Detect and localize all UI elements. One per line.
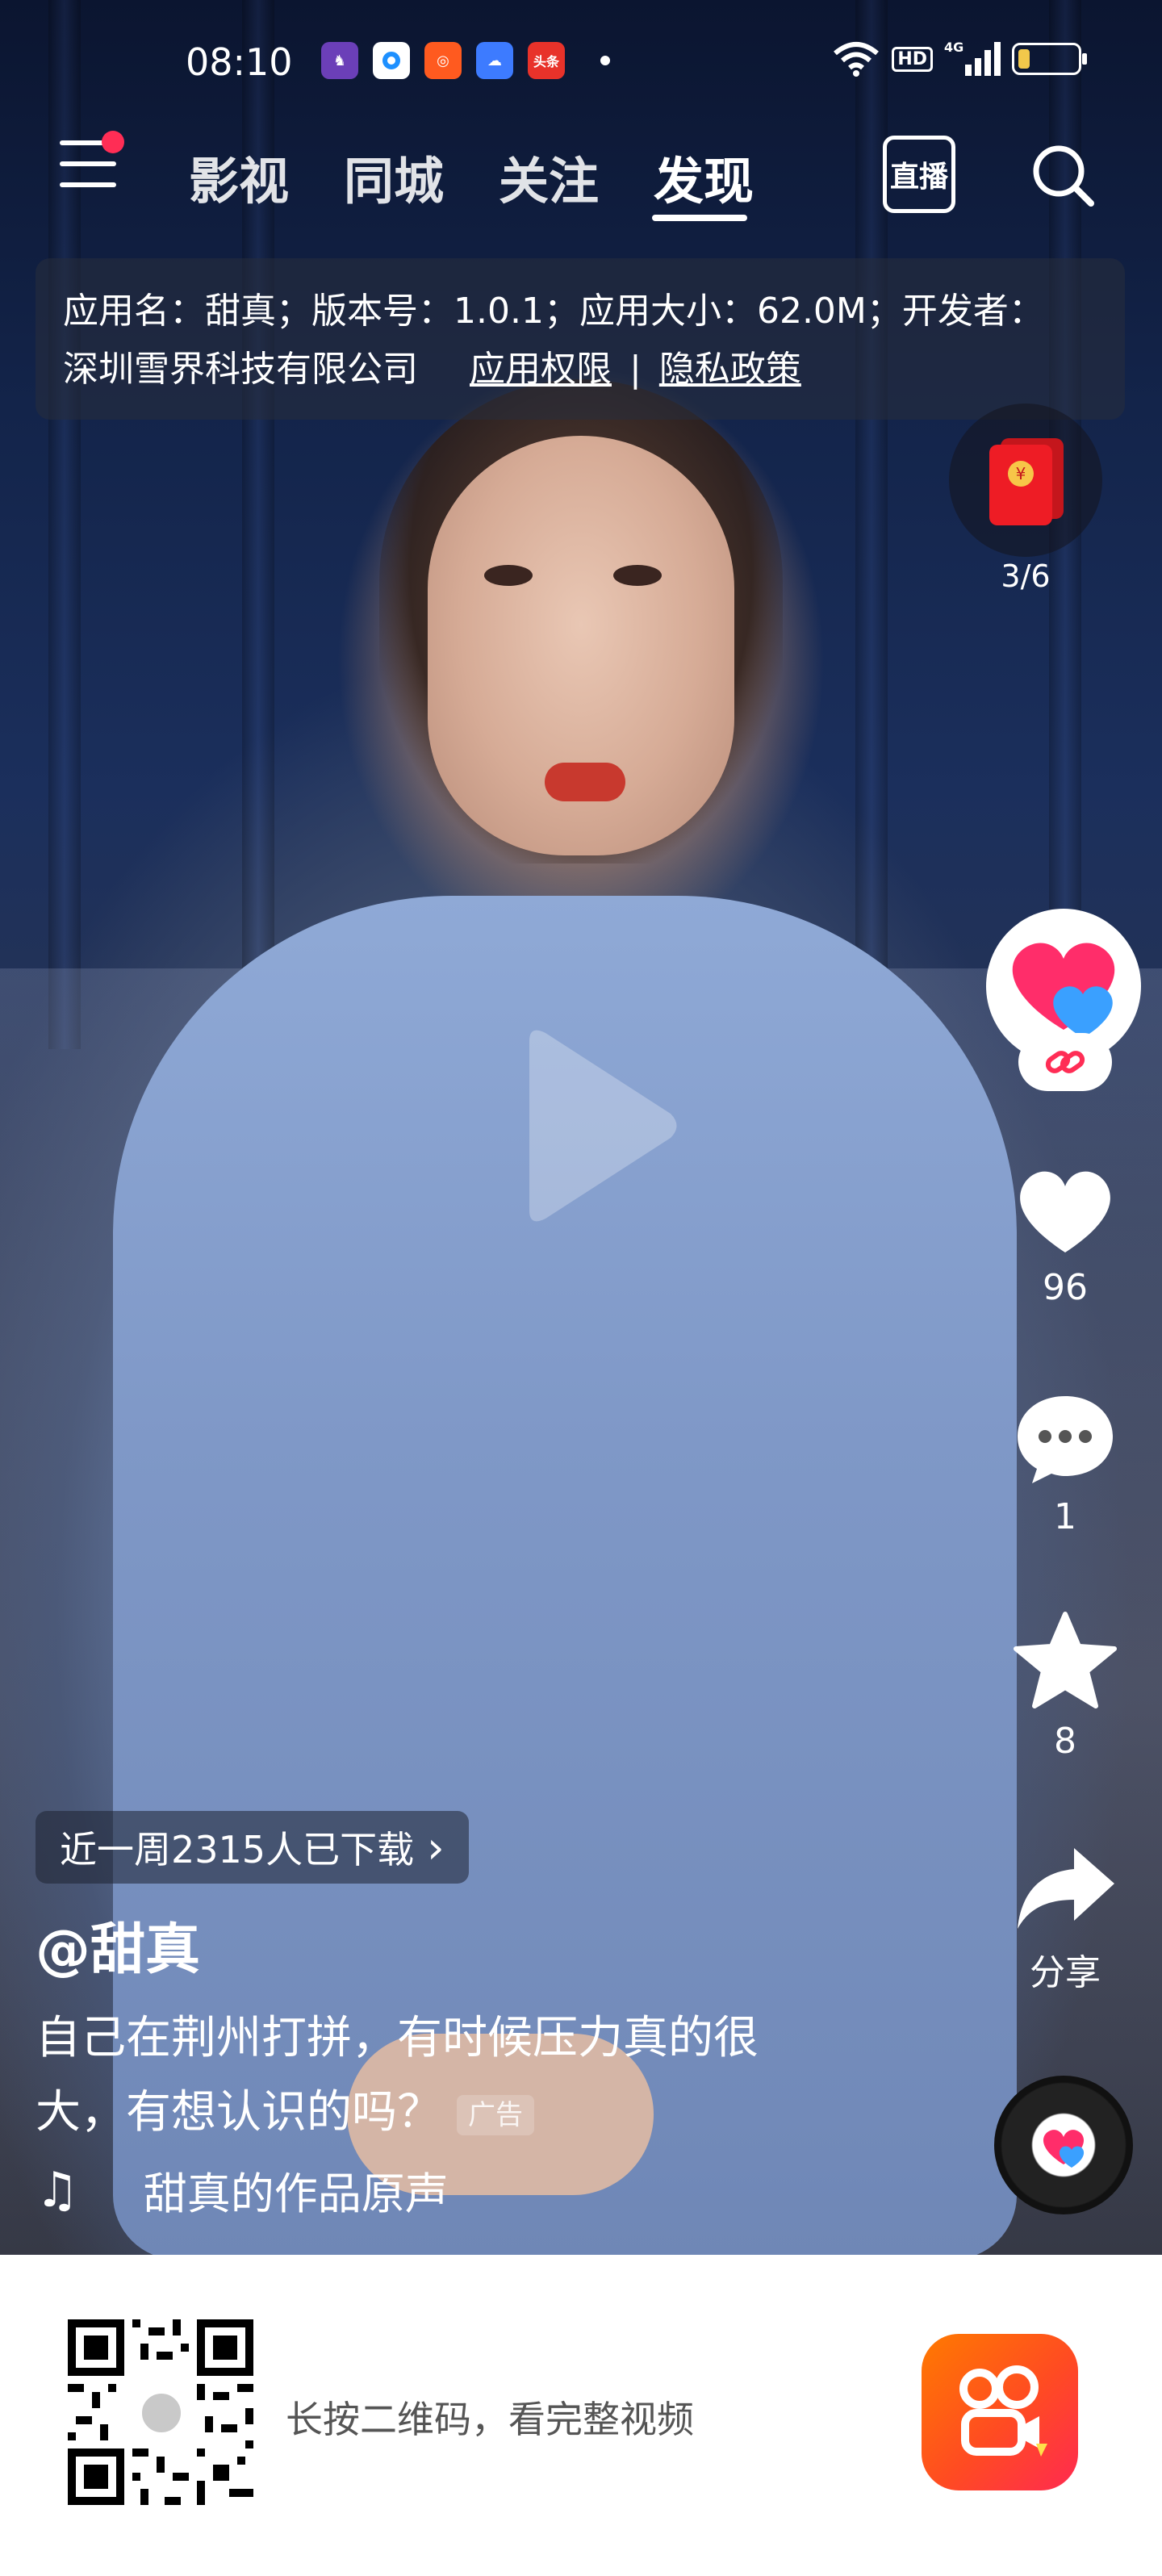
- caption-text: 自己在荆州打拼，有时候压力真的很大，有想认识的吗？: [36, 2012, 759, 2139]
- battery-level: [1018, 49, 1030, 69]
- browser-app-icon: [373, 42, 410, 79]
- bottom-bar: 长按二维码，看完整视频: [0, 2255, 1162, 2576]
- active-tab-indicator: [652, 215, 747, 221]
- favorite-button[interactable]: 8: [1001, 1611, 1130, 1762]
- live-button[interactable]: 直播: [883, 136, 955, 213]
- qr-avatar: [139, 2390, 184, 2436]
- comment-button[interactable]: 1: [1001, 1390, 1130, 1537]
- like-count: 96: [1043, 1267, 1088, 1308]
- cloud-app-icon: ☁: [476, 42, 513, 79]
- app-info-banner: 应用名：甜真；版本号：1.0.1；应用大小：62.0M；开发者： 深圳雪界科技有…: [36, 258, 1125, 420]
- svg-text:¥: ¥: [1016, 464, 1026, 483]
- qr-code[interactable]: [68, 2319, 253, 2505]
- status-notification-icons: ♞ ◎ ☁ 头条: [321, 42, 610, 79]
- tab-nearby[interactable]: 同城: [344, 140, 444, 213]
- link-icon: [1045, 1051, 1085, 1073]
- screen: 08:10 ♞ ◎ ☁ 头条 HD 4G 影视 同城 关注 发现 直播 应用名：…: [0, 0, 1162, 2576]
- video-lips: [545, 763, 625, 801]
- ad-badge: 广告: [457, 2094, 534, 2135]
- chevron-right-icon: ›: [427, 1821, 445, 1873]
- video-eye: [484, 565, 533, 586]
- red-packet-count: 3/6: [1001, 558, 1051, 594]
- link-divider: |: [629, 349, 642, 390]
- app-permissions-link[interactable]: 应用权限: [470, 349, 612, 390]
- music-title: 甜真的作品原声: [143, 2168, 449, 2219]
- privacy-policy-link[interactable]: 隐私政策: [659, 349, 801, 390]
- red-envelope-icon: ¥: [989, 438, 1064, 525]
- heart-icon: [1020, 1171, 1110, 1252]
- developer-name: 深圳雪界科技有限公司: [63, 349, 418, 390]
- star-icon: [1014, 1612, 1117, 1708]
- tab-movies[interactable]: 影视: [189, 140, 289, 213]
- notification-dot: [102, 131, 124, 153]
- play-icon[interactable]: [513, 1025, 683, 1227]
- share-arrow-icon: [1018, 1848, 1114, 1929]
- tab-following[interactable]: 关注: [499, 140, 599, 213]
- signal-icon: 4G: [944, 40, 1001, 76]
- status-time: 08:10: [186, 40, 293, 84]
- live-label: 直播: [889, 161, 948, 194]
- music-disc[interactable]: [994, 2076, 1133, 2214]
- more-notifications-icon: [600, 56, 610, 65]
- status-bar: 08:10 ♞ ◎ ☁ 头条 HD 4G: [0, 32, 1162, 97]
- like-button[interactable]: 96: [1001, 1162, 1130, 1308]
- status-indicators: HD 4G: [832, 40, 1087, 77]
- kuaishou-app-icon: ◎: [424, 42, 462, 79]
- follow-link-button[interactable]: [1018, 1033, 1112, 1091]
- favorite-count: 8: [1054, 1721, 1076, 1762]
- red-packet-button[interactable]: ¥: [949, 404, 1102, 557]
- app-info-text: 应用名：甜真；版本号：1.0.1；应用大小：62.0M；开发者：: [63, 291, 1044, 332]
- menu-button[interactable]: [60, 131, 124, 194]
- comment-icon: [1018, 1396, 1113, 1483]
- search-icon[interactable]: [1028, 140, 1096, 208]
- video-caption: 自己在荆州打拼，有时候压力真的很大，有想认识的吗？ 广告: [36, 2001, 842, 2150]
- share-button[interactable]: 分享: [1001, 1843, 1130, 1995]
- download-count-pill[interactable]: 近一周2315人已下载 ›: [36, 1811, 469, 1884]
- download-count-text: 近一周2315人已下载: [60, 1828, 415, 1871]
- qr-hint-text: 长按二维码，看完整视频: [286, 2398, 694, 2441]
- game-app-icon: ♞: [321, 42, 358, 79]
- hd-badge: HD: [892, 46, 933, 72]
- music-note-icon: ♫: [36, 2161, 79, 2218]
- comment-count: 1: [1054, 1496, 1076, 1537]
- svg-text:4G: 4G: [944, 40, 963, 55]
- battery-icon: [1012, 43, 1087, 75]
- toutiao-app-icon: 头条: [528, 42, 565, 79]
- share-label: 分享: [1030, 1952, 1101, 1993]
- author-name[interactable]: @甜真: [36, 1905, 200, 1984]
- video-eye: [613, 565, 662, 586]
- music-disc-logo-icon: [1033, 2114, 1094, 2176]
- music-info[interactable]: ♫ 甜真的作品原声: [36, 2158, 449, 2222]
- kuaishou-app-logo[interactable]: [922, 2334, 1078, 2490]
- tab-discover[interactable]: 发现: [654, 140, 754, 213]
- kuaishou-camera-icon: [959, 2365, 1047, 2457]
- top-nav: 影视 同城 关注 发现 直播: [0, 121, 1162, 221]
- wifi-icon: [834, 42, 880, 77]
